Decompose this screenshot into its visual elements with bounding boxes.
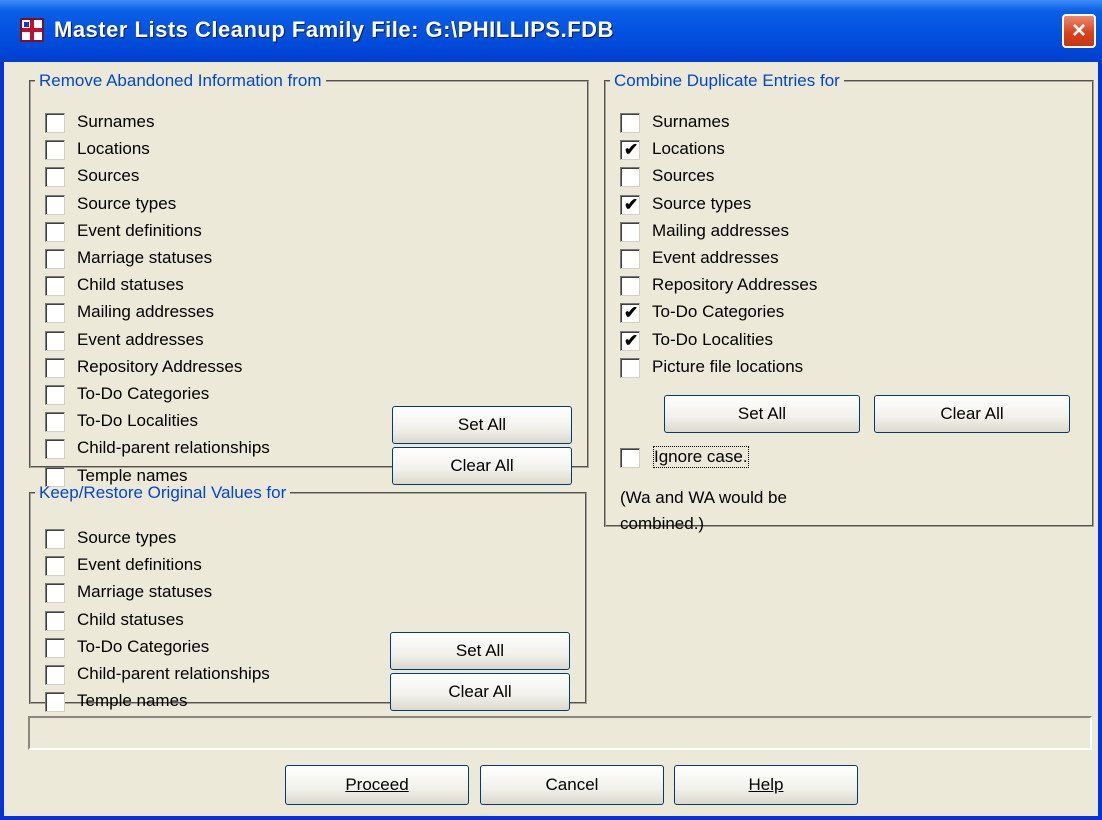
checkbox[interactable]: ✔ (620, 194, 640, 215)
ignore-case-note: (Wa and WA would be combined.) (620, 485, 787, 537)
checkbox-label: Locations (652, 139, 725, 159)
checkbox-label: To-Do Categories (652, 302, 785, 322)
checkbox-label: Event definitions (77, 555, 202, 575)
checkbox-label: To-Do Categories (77, 636, 210, 656)
close-button[interactable]: × (1062, 14, 1096, 48)
checkbox[interactable] (45, 692, 65, 713)
checkmark-icon: ✔ (624, 303, 639, 323)
checkbox[interactable] (620, 167, 640, 188)
checkbox[interactable]: ✔ (620, 330, 640, 351)
combine-set-all-button[interactable]: Set All (664, 395, 860, 433)
checkbox-label: Child statuses (77, 275, 184, 295)
checkbox[interactable] (45, 357, 65, 378)
checkbox-label: Source types (652, 193, 752, 213)
cancel-button[interactable]: Cancel (480, 765, 664, 805)
ignore-case-note-line1: (Wa and WA would be (620, 488, 787, 507)
checkbox[interactable] (45, 276, 65, 297)
checkbox[interactable] (620, 221, 640, 242)
status-bar (28, 716, 1092, 750)
ignore-case-checkbox[interactable] (620, 448, 640, 468)
checkbox-label: Repository Addresses (652, 275, 818, 295)
checkbox[interactable] (45, 221, 65, 242)
checkbox[interactable] (45, 330, 65, 351)
checkbox-label: Surnames (652, 112, 730, 131)
checkbox[interactable] (620, 357, 640, 378)
keep-set-all-button[interactable]: Set All (390, 632, 570, 670)
checkbox[interactable] (620, 276, 640, 297)
checkbox-label: Child-parent relationships (77, 438, 270, 458)
checkbox[interactable]: ✔ (620, 303, 640, 324)
checkmark-icon: ✔ (624, 330, 639, 350)
checkmark-icon: ✔ (624, 140, 639, 160)
checkbox[interactable] (45, 140, 65, 161)
combine-clear-all-button[interactable]: Clear All (874, 395, 1070, 433)
checkbox[interactable]: ✔ (620, 140, 640, 161)
remove-clear-all-button[interactable]: Clear All (392, 447, 572, 485)
checkbox-label: Surnames (77, 112, 155, 131)
family-tree-app-icon (20, 18, 44, 42)
checkbox[interactable] (45, 385, 65, 405)
checkbox-label: Child-parent relationships (77, 664, 270, 683)
checkbox[interactable] (620, 249, 640, 269)
proceed-button-label: Proceed (345, 775, 409, 794)
remove-abandoned-legend: Remove Abandoned Information from (39, 71, 322, 90)
remove-set-all-button[interactable]: Set All (392, 406, 572, 444)
keep-clear-all-button[interactable]: Clear All (390, 673, 570, 711)
checkbox[interactable] (45, 303, 65, 324)
window-title: Master Lists Cleanup Family File: G:\PHI… (54, 17, 614, 42)
ignore-case-label: Ignore case. (653, 446, 749, 468)
checkbox[interactable] (45, 583, 65, 604)
checkbox-label: Picture file locations (652, 356, 804, 376)
close-icon: × (1071, 17, 1086, 44)
checkbox-label: Repository Addresses (77, 356, 243, 376)
checkbox[interactable] (45, 249, 65, 269)
combine-duplicates-group: Combine Duplicate Entries for Surnames ✔ L… (604, 71, 1094, 533)
combine-duplicates-legend: Combine Duplicate Entries for (614, 71, 840, 90)
checkbox-label: Mailing addresses (77, 302, 215, 322)
dialog-window: Master Lists Cleanup Family File: G:\PHI… (0, 0, 1102, 820)
checkbox[interactable] (45, 665, 65, 685)
checkbox-label: Mailing addresses (652, 220, 790, 240)
keep-restore-group: Keep/Restore Original Values for Source … (29, 483, 587, 713)
help-button-label: Help (748, 775, 784, 794)
checkbox[interactable] (45, 412, 65, 433)
checkbox-label: Locations (77, 139, 150, 159)
checkbox-label: Marriage statuses (77, 582, 213, 602)
proceed-button[interactable]: Proceed (285, 765, 469, 805)
checkbox-label: To-Do Localities (77, 411, 198, 431)
checkbox-label: To-Do Categories (77, 384, 210, 403)
checkbox-label: Source types (77, 528, 177, 547)
checkmark-icon: ✔ (624, 194, 639, 214)
checkbox[interactable] (45, 610, 65, 631)
checkbox[interactable] (45, 194, 65, 215)
checkbox[interactable] (45, 439, 65, 460)
checkbox[interactable] (620, 113, 640, 133)
checkbox-label: Event addresses (652, 248, 779, 267)
help-button[interactable]: Help (674, 765, 858, 805)
checkbox[interactable] (45, 556, 65, 577)
checkbox-label: Child statuses (77, 609, 184, 629)
checkbox-label: Temple names (77, 691, 188, 711)
checkbox[interactable] (45, 113, 65, 133)
ignore-case-note-line2: combined.) (620, 514, 705, 533)
checkbox-label: Event definitions (77, 220, 202, 240)
checkbox[interactable] (45, 167, 65, 188)
title-bar[interactable]: Master Lists Cleanup Family File: G:\PHI… (0, 0, 1102, 62)
checkbox-label: Source types (77, 193, 177, 213)
checkbox-label: Marriage statuses (77, 248, 213, 267)
checkbox-label: To-Do Localities (652, 329, 773, 349)
checkbox-label: Event addresses (77, 329, 204, 349)
checkbox[interactable] (45, 529, 65, 549)
checkbox-label: Sources (77, 166, 140, 186)
keep-restore-legend: Keep/Restore Original Values for (39, 483, 287, 502)
remove-abandoned-group: Remove Abandoned Information from Surnam… (29, 71, 589, 487)
checkbox-label: Sources (652, 166, 715, 186)
checkbox[interactable] (45, 637, 65, 658)
